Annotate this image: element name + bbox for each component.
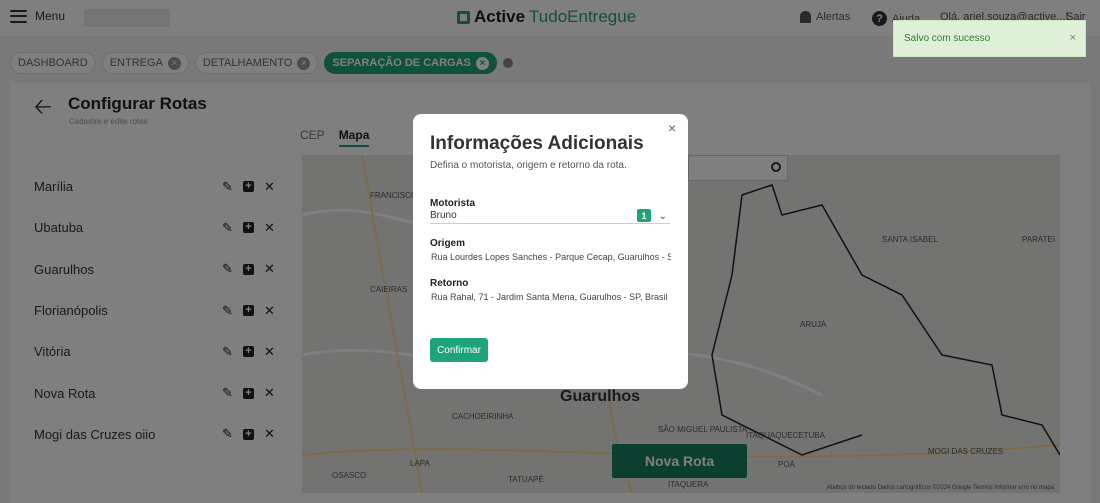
driver-label: Motorista xyxy=(430,198,475,209)
chevron-down-icon[interactable]: ⌄ xyxy=(659,211,667,222)
driver-select[interactable]: Bruno 1 ⌄ xyxy=(430,209,670,224)
driver-value: Bruno xyxy=(430,210,457,221)
modal-subtitle: Defina o motorista, origem e retorno da … xyxy=(430,160,627,171)
modal-title: Informações Adicionais xyxy=(430,133,644,154)
additional-info-modal: × Informações Adicionais Defina o motori… xyxy=(413,114,688,389)
close-icon[interactable]: × xyxy=(668,120,676,136)
confirm-button[interactable]: Confirmar xyxy=(430,338,488,362)
driver-count-badge: 1 xyxy=(637,209,651,222)
origin-field[interactable]: Rua Lourdes Lopes Sanches - Parque Cecap… xyxy=(431,252,671,262)
toast-message: Salvo com sucesso xyxy=(904,33,991,44)
close-icon[interactable]: × xyxy=(1070,32,1076,44)
success-toast: Salvo com sucesso × xyxy=(893,20,1086,57)
origin-label: Origem xyxy=(430,238,466,249)
return-field[interactable]: Rua Rahal, 71 - Jardim Santa Mena, Guaru… xyxy=(431,292,671,302)
return-label: Retorno xyxy=(430,278,469,289)
